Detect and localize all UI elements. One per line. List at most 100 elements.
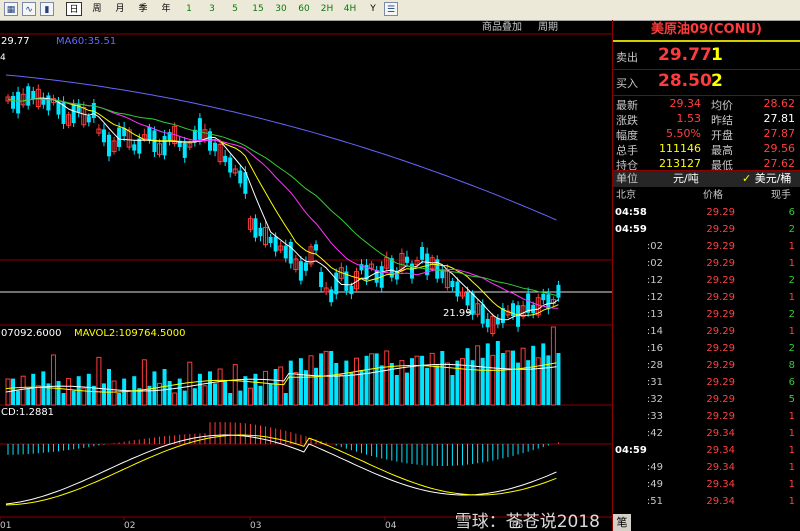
macd-layer	[5, 422, 559, 506]
volume-bar	[353, 357, 359, 406]
candle	[531, 304, 536, 314]
candle	[31, 90, 36, 100]
tick-time: :16	[646, 343, 663, 354]
volume-bar	[111, 380, 117, 406]
tick-price: 29.34	[706, 462, 735, 473]
period-tab-5[interactable]: 1	[181, 2, 197, 16]
tick-volume: 1	[788, 258, 795, 269]
period-tab-3[interactable]: 季	[135, 2, 151, 16]
x-tick-label: 02	[124, 521, 135, 531]
volume-bar	[455, 360, 460, 405]
tick-volume: 5	[788, 394, 795, 405]
quote-row: 最新 29.34 均价 28.62	[613, 97, 800, 112]
period-tab-2[interactable]: 月	[112, 2, 128, 16]
stat-value: 27.81	[763, 112, 796, 125]
tick-row: :12 29.29 1	[613, 289, 800, 306]
volume-bar	[273, 369, 278, 405]
tick-time: :33	[646, 411, 663, 422]
period-tab-8[interactable]: 15	[250, 2, 266, 16]
volume-bar	[167, 381, 172, 405]
stat-label: 开盘	[711, 129, 733, 142]
period-tab-9[interactable]: 30	[273, 2, 289, 16]
sell-qty: 1	[711, 45, 723, 65]
volume-bar	[283, 393, 288, 405]
period-tab-0[interactable]: 日	[66, 2, 82, 16]
volume-bar	[495, 341, 500, 405]
tick-volume: 2	[788, 224, 795, 235]
tick-price: 29.29	[706, 275, 735, 286]
line-chart-icon[interactable]: ∿	[22, 2, 36, 16]
volume-bar	[20, 375, 26, 406]
candle	[258, 227, 263, 237]
tick-row: :02 29.29 1	[613, 255, 800, 272]
buy-row[interactable]: 买入 28.50 2	[613, 70, 800, 94]
period-tab-6[interactable]: 3	[204, 2, 220, 16]
candle	[228, 157, 233, 173]
tick-time: :51	[646, 496, 663, 507]
candle	[319, 272, 324, 288]
volume-bar	[364, 355, 369, 405]
period-tab-10[interactable]: 60	[296, 2, 312, 16]
candle	[450, 280, 455, 288]
volume-bar	[172, 392, 178, 406]
tick-volume: 1	[788, 326, 795, 337]
candle	[480, 304, 485, 324]
stat-value: 5.50%	[666, 127, 701, 140]
candle	[223, 155, 228, 163]
volume-bar	[440, 351, 445, 405]
volume-bar	[238, 390, 243, 405]
period-tab-13[interactable]: Y	[365, 2, 381, 16]
stat-value: 28.62	[763, 97, 796, 110]
tick-row: 04:59 29.34 1	[613, 442, 800, 459]
volume-bar	[41, 371, 46, 405]
period-tab-1[interactable]: 周	[89, 2, 105, 16]
volume-bar	[338, 374, 344, 406]
volume-bar	[414, 355, 420, 406]
stat-label: 均价	[711, 99, 733, 112]
x-tick-label: 03	[250, 521, 261, 531]
volume-bar	[11, 378, 16, 405]
candle	[253, 218, 258, 238]
period-tab-12[interactable]: 4H	[342, 2, 358, 16]
kline-icon[interactable]: ▮	[40, 2, 54, 16]
kline-chart[interactable]: 29.77 MA60:35.51 商品叠加 周期 4 21.99 07092.6…	[0, 20, 612, 531]
tick-row: :49 29.34 1	[613, 459, 800, 476]
stat-value: 29.34	[669, 97, 702, 110]
tick-volume: 8	[788, 360, 795, 371]
volume-bar	[359, 370, 364, 405]
overlay-button[interactable]: 商品叠加	[482, 20, 522, 33]
table-icon[interactable]: ▦	[4, 2, 18, 16]
tick-time: :13	[646, 309, 663, 320]
sell-row[interactable]: 卖出 29.77 1	[613, 44, 800, 68]
volume-bar	[500, 353, 505, 405]
period-tab-11[interactable]: 2H	[319, 2, 335, 16]
ma10-line	[7, 98, 559, 317]
candle	[410, 263, 414, 279]
tick-time: :32	[646, 394, 663, 405]
volume-bar	[556, 353, 561, 405]
volume-bar	[126, 390, 132, 406]
volume-bar	[329, 351, 334, 405]
unit-cny-toggle[interactable]: 元/吨	[673, 171, 699, 187]
candle	[132, 144, 137, 151]
period-button[interactable]: 周期	[538, 21, 558, 33]
candle	[147, 126, 152, 140]
tick-price: 29.29	[706, 343, 735, 354]
tick-time: :12	[646, 275, 663, 286]
list-icon[interactable]: ☰	[384, 2, 398, 16]
candle	[46, 95, 51, 111]
volume-bar	[56, 381, 61, 405]
sell-price: 29.77	[658, 45, 712, 65]
tick-price: 29.29	[706, 394, 735, 405]
volume-legend-b: MAVOL2:109764.5000	[74, 328, 185, 339]
volume-bar	[86, 373, 91, 405]
unit-usd-toggle[interactable]: ✓ 美元/桶	[742, 171, 791, 187]
bottom-tab[interactable]: 笔	[613, 514, 631, 531]
volume-bar	[550, 326, 556, 406]
volume-bar	[505, 350, 511, 406]
period-tab-7[interactable]: 5	[227, 2, 243, 16]
tick-row: :32 29.29 5	[613, 391, 800, 408]
period-tab-4[interactable]: 年	[158, 2, 174, 16]
macd-legend: CD:1.2881	[1, 407, 54, 418]
volume-legend-a: 07092.6000	[1, 328, 61, 339]
